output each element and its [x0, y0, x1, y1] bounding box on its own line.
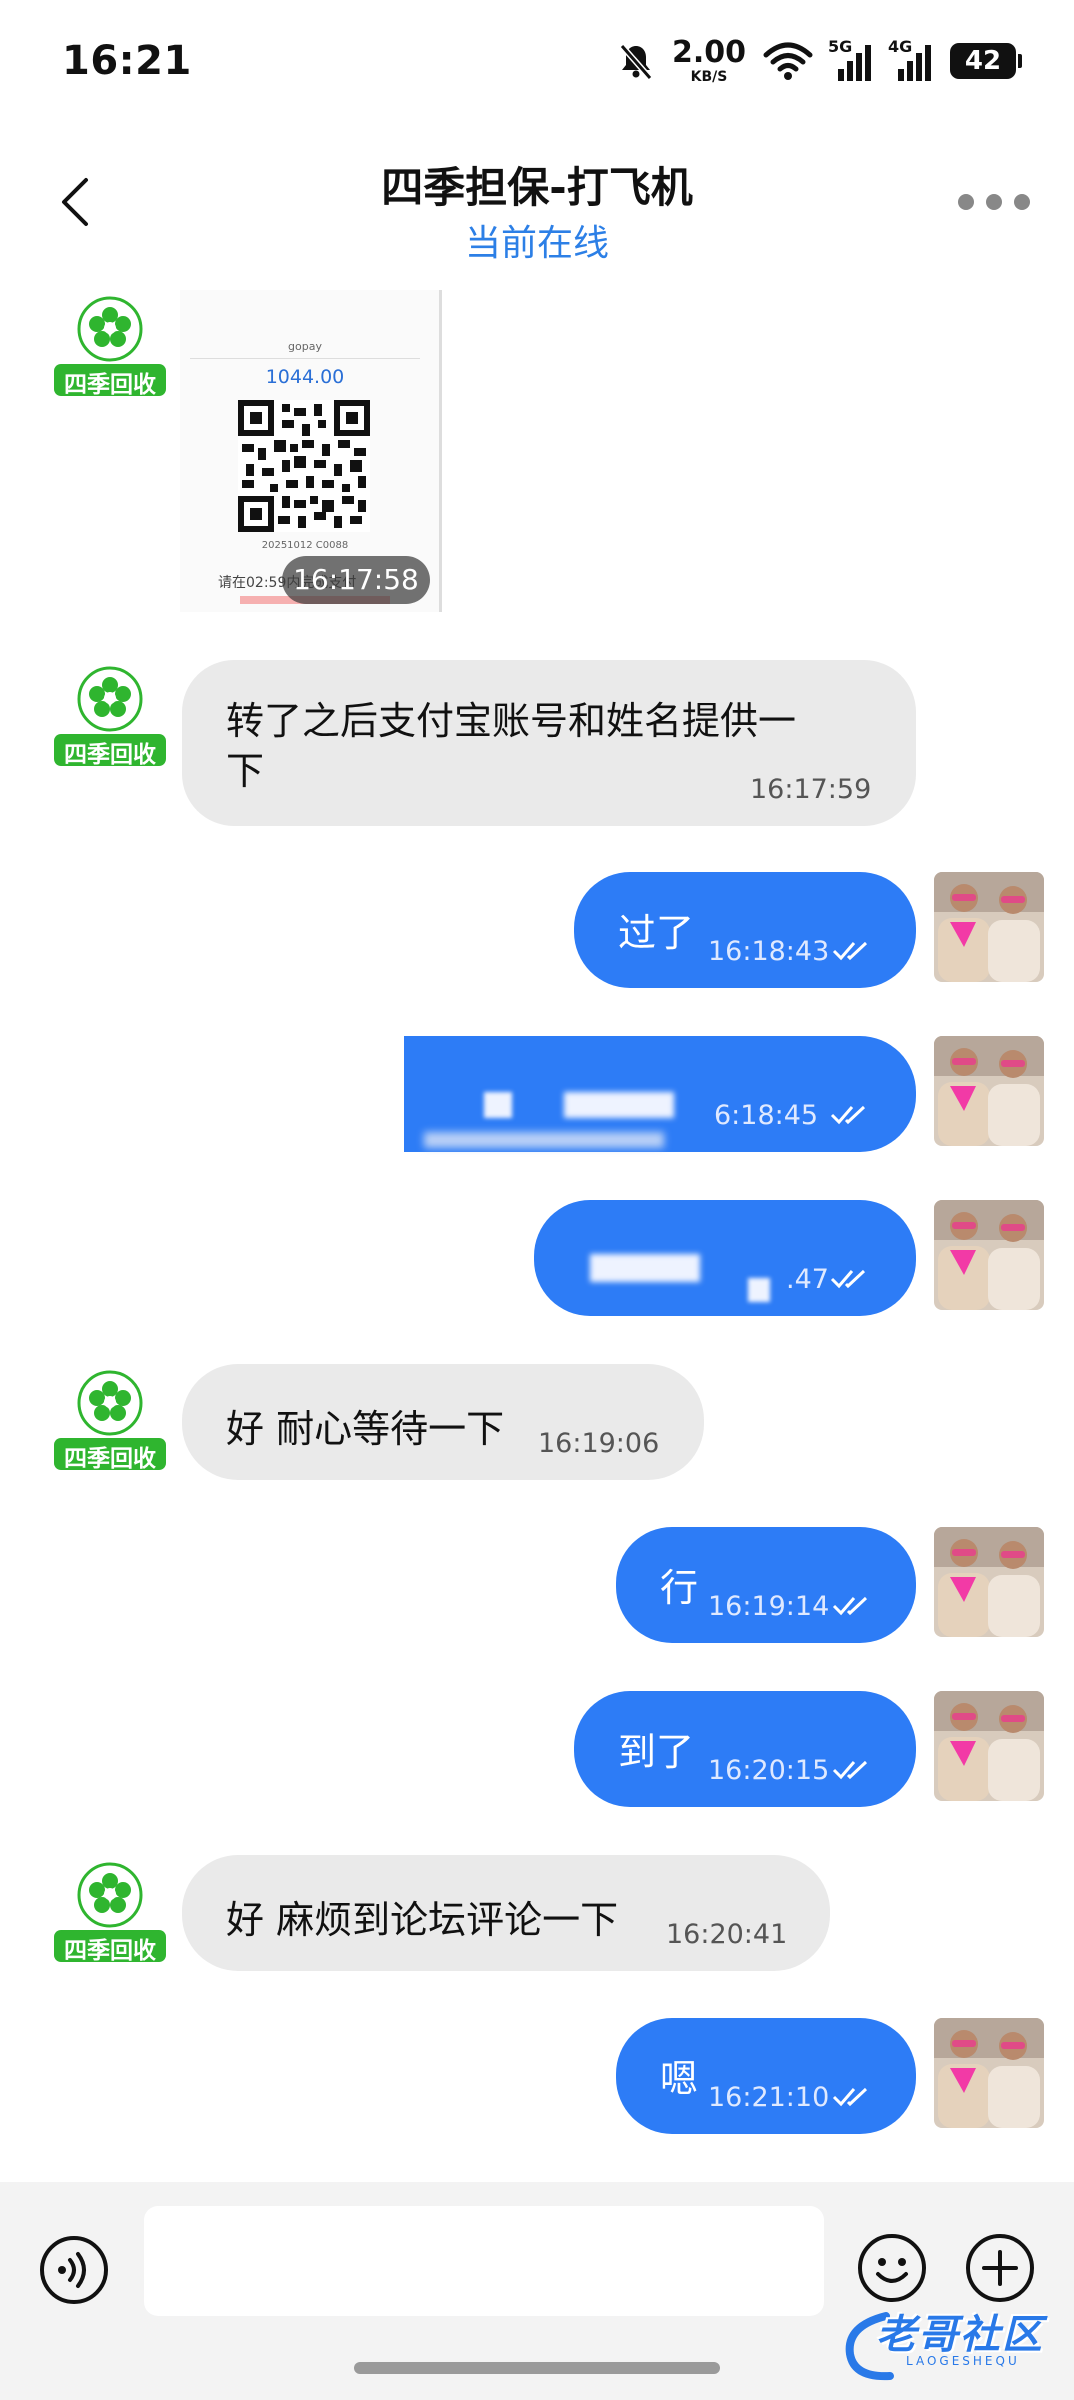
- status-icons: 2.00 KB/S 5G 4G 42: [616, 35, 1022, 86]
- message-text: 行: [660, 1566, 699, 1610]
- qr-code-icon: [238, 400, 370, 532]
- more-options-button[interactable]: [958, 194, 1030, 210]
- battery-level: 42: [964, 46, 1002, 76]
- profile-photo-icon: [934, 1691, 1044, 1801]
- read-receipt-icon: [832, 2087, 868, 2107]
- dot-icon: [1014, 194, 1030, 210]
- chat-header: 四季担保-打飞机 当前在线: [0, 130, 1074, 280]
- message-bubble-outgoing[interactable]: 行 16:19:14: [616, 1527, 916, 1643]
- clock: 16:21: [62, 38, 192, 84]
- profile-photo-icon: [934, 1036, 1044, 1146]
- message-bubble-outgoing[interactable]: 到了 16:20:15: [574, 1691, 916, 1807]
- watermark-subtext: LAOGESHEQU: [906, 2354, 1020, 2368]
- net-speed-value: 2.00: [671, 35, 746, 70]
- my-avatar[interactable]: [934, 1036, 1044, 1146]
- message-timestamp: 6:18:45: [714, 1100, 819, 1131]
- message-timestamp: 16:17:58: [282, 556, 430, 604]
- message-text: 嗯: [660, 2057, 699, 2101]
- message-timestamp: 16:19:06: [538, 1428, 660, 1459]
- read-receipt-icon: [832, 1760, 868, 1780]
- blurred-text-block: [590, 1254, 700, 1282]
- message-text: 到了: [618, 1730, 695, 1774]
- message-bubble-outgoing[interactable]: 嗯 16:21:10: [616, 2018, 916, 2134]
- dot-icon: [986, 194, 1002, 210]
- message-text-line: 下: [226, 749, 265, 793]
- message-timestamp: .47: [786, 1264, 829, 1295]
- signal-4g-icon: 4G: [888, 37, 934, 81]
- message-timestamp: 16:20:15: [708, 1755, 830, 1786]
- read-receipt-icon: [832, 1596, 868, 1616]
- signal-4g-label: 4G: [888, 37, 913, 56]
- message-text-line: 转了之后支付宝账号和姓名提供一: [226, 699, 797, 743]
- home-indicator[interactable]: [354, 2362, 720, 2374]
- message-timestamp: 16:17:59: [750, 774, 872, 805]
- blurred-text-block: [564, 1092, 674, 1118]
- message-bubble-incoming[interactable]: 转了之后支付宝账号和姓名提供一 下 16:17:59: [182, 660, 916, 826]
- read-receipt-icon: [832, 941, 868, 961]
- plus-icon[interactable]: [964, 2232, 1036, 2304]
- signal-5g-label: 5G: [828, 37, 853, 56]
- contact-avatar[interactable]: 四季回收: [52, 1862, 168, 1978]
- mute-bell-icon: [619, 44, 653, 80]
- contact-avatar-label: 四季回收: [64, 1446, 156, 1472]
- profile-photo-icon: [934, 2018, 1044, 2128]
- profile-photo-icon: [934, 1527, 1044, 1637]
- my-avatar[interactable]: [934, 1200, 1044, 1310]
- message-timestamp: 16:19:14: [708, 1591, 830, 1622]
- message-bubble-incoming[interactable]: 好 耐心等待一下 16:19:06: [182, 1364, 704, 1480]
- net-speed-unit: KB/S: [690, 69, 728, 85]
- online-status: 当前在线: [464, 223, 609, 264]
- message-bubble-outgoing[interactable]: 过了 16:18:43: [574, 872, 916, 988]
- message-text: 好 麻烦到论坛评论一下: [226, 1898, 619, 1942]
- message-timestamp: 16:20:41: [666, 1919, 788, 1950]
- watermark-text: 老哥社区: [876, 2312, 1044, 2358]
- blurred-text-block: [484, 1092, 512, 1118]
- net-speed: 2.00 KB/S: [671, 35, 746, 85]
- message-timestamp: 16:21:10: [708, 2082, 830, 2113]
- contact-avatar-label: 四季回收: [64, 372, 156, 398]
- battery-icon: 42: [950, 43, 1022, 79]
- profile-photo-icon: [934, 1200, 1044, 1310]
- my-avatar[interactable]: [934, 1527, 1044, 1637]
- message-input[interactable]: [144, 2206, 824, 2316]
- wifi-icon: [763, 42, 813, 80]
- signal-5g-icon: 5G: [828, 37, 874, 81]
- payment-reference: 20251012 C0088: [261, 540, 349, 551]
- read-receipt-icon: [830, 1269, 866, 1289]
- contact-avatar-label: 四季回收: [64, 742, 156, 768]
- contact-avatar[interactable]: 四季回收: [52, 666, 168, 782]
- message-bubble-outgoing[interactable]: 6:18:45: [404, 1036, 916, 1152]
- payment-amount: 1044.00: [265, 366, 345, 388]
- my-avatar[interactable]: [934, 2018, 1044, 2128]
- read-receipt-icon: [830, 1105, 866, 1125]
- contact-avatar[interactable]: 四季回收: [52, 1370, 168, 1486]
- my-avatar[interactable]: [934, 1691, 1044, 1801]
- status-bar: 16:21 2.00 KB/S 5G 4G 42: [0, 0, 1074, 120]
- message-text: 过了: [618, 911, 695, 955]
- my-avatar[interactable]: [934, 872, 1044, 982]
- message-bubble-outgoing[interactable]: .47: [534, 1200, 916, 1316]
- chat-title: 四季担保-打飞机: [381, 163, 693, 212]
- dot-icon: [958, 194, 974, 210]
- message-text: 好 耐心等待一下: [226, 1407, 505, 1451]
- emoji-icon[interactable]: [856, 2232, 928, 2304]
- contact-avatar[interactable]: 四季回收: [52, 296, 168, 412]
- voice-input-icon[interactable]: [38, 2234, 110, 2306]
- message-bubble-incoming[interactable]: 好 麻烦到论坛评论一下 16:20:41: [182, 1855, 830, 1971]
- blurred-text-block: [424, 1132, 664, 1148]
- message-timestamp: 16:18:43: [708, 936, 830, 967]
- watermark: 老哥社区 LAOGESHEQU: [836, 2302, 1066, 2392]
- contact-avatar-label: 四季回收: [64, 1938, 156, 1964]
- payment-brand: gopay: [288, 340, 322, 353]
- message-text: 转了之后支付宝账号和姓名提供一 下: [226, 696, 796, 796]
- image-message[interactable]: gopay 1044.00 20251012 C0088 请在02:59内完: [180, 290, 442, 612]
- blurred-text-block: [748, 1278, 770, 1302]
- profile-photo-icon: [934, 872, 1044, 982]
